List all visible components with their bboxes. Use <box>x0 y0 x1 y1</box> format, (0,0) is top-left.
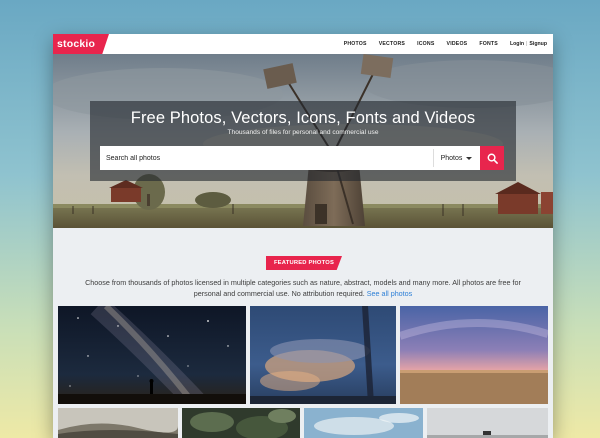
search-icon <box>487 153 498 164</box>
top-navigation: stockio PHOTOS VECTORS ICONS VIDEOS FONT… <box>53 34 553 54</box>
photo-blue-sky[interactable] <box>304 408 423 438</box>
featured-section: FEATURED PHOTOS Choose from thousands of… <box>53 228 553 438</box>
photo-milky-way[interactable] <box>58 306 246 404</box>
hero-title: Free Photos, Vectors, Icons, Fonts and V… <box>130 109 476 127</box>
hero-banner: Free Photos, Vectors, Icons, Fonts and V… <box>53 54 553 228</box>
photo-purple-sky-field[interactable] <box>400 306 548 404</box>
caret-down-icon <box>466 156 473 160</box>
photo-gray-landscape[interactable] <box>427 408 548 438</box>
nav-link-fonts[interactable]: FONTS <box>479 41 498 47</box>
nav-link-photos[interactable]: PHOTOS <box>344 41 367 47</box>
signup-link[interactable]: Signup <box>529 41 547 47</box>
milky-way-image <box>58 306 246 404</box>
photo-sunset-clouds[interactable] <box>250 306 396 404</box>
featured-description-text: Choose from thousands of photos licensed… <box>85 278 521 298</box>
search-input[interactable] <box>100 146 433 170</box>
auth-links: Login | Signup <box>510 41 547 47</box>
purple-sky-field-image <box>400 306 548 404</box>
nav-link-icons[interactable]: ICONS <box>417 41 434 47</box>
featured-badge: FEATURED PHOTOS <box>266 256 342 270</box>
auth-separator: | <box>526 41 528 47</box>
nav-link-vectors[interactable]: VECTORS <box>379 41 405 47</box>
green-leaves-image <box>182 408 300 438</box>
search-button[interactable] <box>480 146 504 170</box>
featured-description: Choose from thousands of photos licensed… <box>73 277 533 299</box>
misty-hills-image <box>58 408 178 438</box>
logo[interactable]: stockio <box>53 34 109 54</box>
nav-links: PHOTOS VECTORS ICONS VIDEOS FONTS Login … <box>332 34 547 54</box>
see-all-photos-link[interactable]: See all photos <box>367 289 413 298</box>
search-type-select[interactable]: Photos <box>433 149 479 167</box>
photo-misty-hills[interactable] <box>58 408 178 438</box>
search-panel: Free Photos, Vectors, Icons, Fonts and V… <box>90 101 516 181</box>
sunset-clouds-image <box>250 306 396 404</box>
nav-link-videos[interactable]: VIDEOS <box>447 41 468 47</box>
search-type-value: Photos <box>440 154 463 162</box>
browser-window: stockio PHOTOS VECTORS ICONS VIDEOS FONT… <box>53 34 553 438</box>
search-box: Photos <box>100 146 504 170</box>
photo-green-leaves[interactable] <box>182 408 300 438</box>
gray-landscape-image <box>427 408 548 438</box>
hero-subtitle: Thousands of files for personal and comm… <box>227 129 379 136</box>
login-link[interactable]: Login <box>510 41 524 47</box>
blue-sky-image <box>304 408 423 438</box>
